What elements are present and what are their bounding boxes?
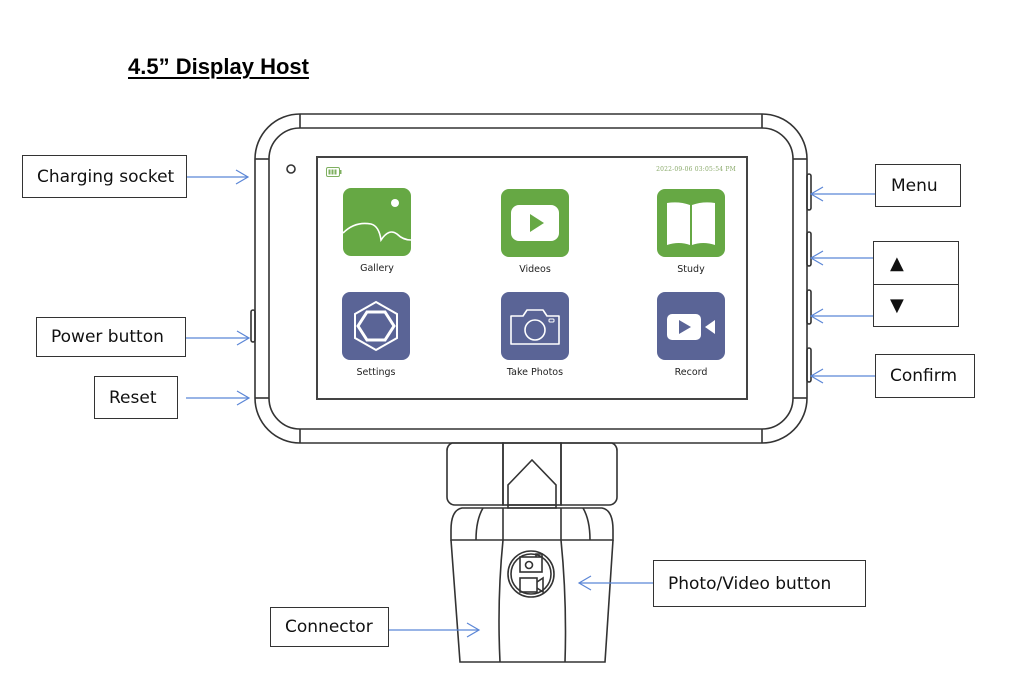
arrow-photo-video	[577, 575, 653, 591]
app-label: Take Photos	[506, 367, 564, 378]
app-label: Settings	[356, 367, 396, 378]
callout-label: Reset	[109, 387, 157, 408]
book-icon	[657, 189, 725, 257]
battery-icon	[326, 167, 342, 177]
hexagon-settings-icon	[342, 292, 410, 360]
down-button-bump	[806, 289, 812, 325]
front-camera-dot	[286, 164, 296, 174]
callout-label: Power button	[51, 327, 164, 347]
status-datetime: 2022-09-06 03:05:54 PM	[656, 166, 736, 173]
callout-photo-video-button: Photo/Video button	[653, 560, 866, 607]
app-take-photos[interactable]: Take Photos	[490, 292, 580, 378]
confirm-button-bump	[806, 347, 812, 383]
image-icon	[343, 188, 411, 256]
app-label: Study	[677, 264, 705, 275]
power-button-bump	[250, 309, 256, 343]
app-settings[interactable]: Settings	[331, 292, 421, 378]
app-gallery[interactable]: Gallery	[332, 188, 422, 274]
play-icon	[501, 189, 569, 257]
arrow-power-button	[186, 330, 251, 346]
app-study[interactable]: Study	[646, 189, 736, 275]
callout-label: Menu	[891, 175, 938, 196]
arrow-reset	[186, 390, 251, 406]
up-button-bump	[806, 231, 812, 267]
arrow-connector	[389, 622, 481, 638]
grip-body	[450, 539, 614, 663]
arrow-menu	[809, 186, 875, 202]
callout-connector: Connector	[270, 607, 389, 647]
callout-reset: Reset	[94, 376, 178, 419]
callout-down: ▼	[873, 284, 959, 327]
down-arrow-icon: ▼	[890, 295, 904, 316]
video-camera-icon	[657, 292, 725, 360]
callout-up: ▲	[873, 241, 959, 285]
hinge-left-block	[446, 442, 504, 506]
app-label: Videos	[519, 264, 551, 275]
callout-label: Photo/Video button	[668, 573, 832, 594]
hinge-arrow	[507, 458, 557, 506]
hinge-right-block	[560, 442, 618, 506]
app-videos[interactable]: Videos	[490, 189, 580, 275]
arrow-confirm	[809, 368, 875, 384]
callout-confirm: Confirm	[875, 354, 975, 398]
app-record[interactable]: Record	[646, 292, 736, 378]
hinge-center	[502, 442, 562, 506]
callout-label: Charging socket	[37, 166, 175, 187]
arrow-down	[809, 308, 874, 324]
callout-power-button: Power button	[36, 317, 186, 357]
arrow-up	[809, 250, 874, 266]
callout-menu: Menu	[875, 164, 961, 207]
app-label: Gallery	[360, 263, 394, 274]
callout-charging-socket: Charging socket	[22, 155, 187, 198]
photo-video-button	[507, 550, 555, 598]
device-screen: 2022-09-06 03:05:54 PM Gallery Videos St…	[316, 156, 748, 400]
camera-icon	[501, 292, 569, 360]
menu-button-bump	[806, 173, 812, 211]
arrow-charging-socket	[187, 169, 250, 185]
app-label: Record	[674, 367, 708, 378]
callout-label: Confirm	[890, 366, 958, 386]
callout-label: Connector	[285, 617, 373, 637]
up-arrow-icon: ▲	[890, 252, 904, 274]
